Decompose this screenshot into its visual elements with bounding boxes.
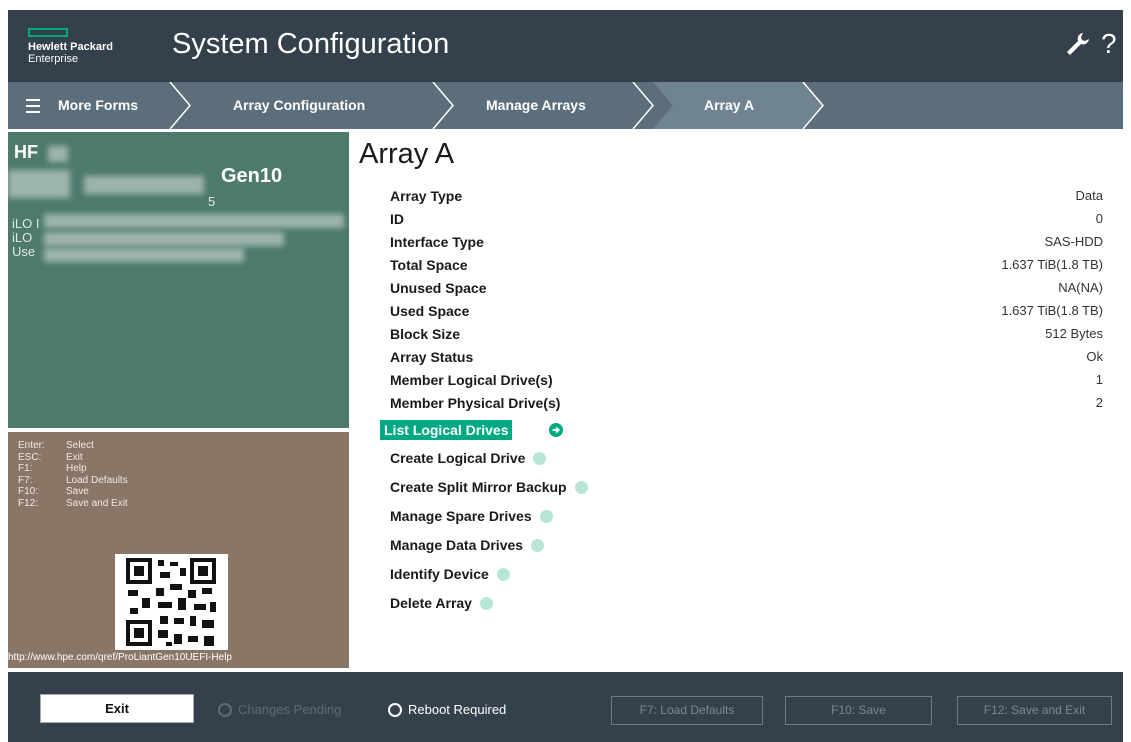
total-space-label: Total Space xyxy=(390,257,468,273)
exit-button[interactable]: Exit xyxy=(40,694,194,723)
create-split-mirror-backup-label: Create Split Mirror Backup xyxy=(390,479,567,495)
arrow-right-circle-icon[interactable] xyxy=(549,423,563,437)
system-info-fragment: HF xyxy=(14,142,38,162)
key-help-row: Enter: Select xyxy=(18,440,94,451)
id-label: ID xyxy=(390,211,404,227)
array-status-label: Array Status xyxy=(390,349,474,365)
used-space-value: 1.637 TiB(1.8 TB) xyxy=(1001,303,1103,318)
arrow-right-circle-icon xyxy=(496,567,510,581)
id-value: 0 xyxy=(1095,211,1103,226)
key-help-row: F1: Help xyxy=(18,463,87,474)
arrow-right-circle-icon xyxy=(539,509,553,523)
delete-array-label: Delete Array xyxy=(390,595,472,611)
member-physical-drives-value: 2 xyxy=(1095,395,1103,410)
create-logical-drive-label: Create Logical Drive xyxy=(390,450,526,466)
changes-pending-indicator: Changes Pending xyxy=(218,702,341,717)
radio-indicator-icon xyxy=(218,702,232,717)
help-url-link[interactable]: http://www.hpe.com/qref/ProLiantGen10UEF… xyxy=(8,652,232,663)
key-help-panel: Enter: Select ESC: Exit F1: Help F7: Load De… xyxy=(8,432,349,668)
brand-line2: Enterprise xyxy=(28,53,79,65)
arrow-right-circle-icon xyxy=(479,596,493,610)
system-info-fragment: 5 xyxy=(208,194,216,209)
system-info-fragment: iLO xyxy=(12,230,33,245)
total-space-value: 1.637 TiB(1.8 TB) xyxy=(1001,257,1103,272)
redacted-block xyxy=(48,146,68,162)
hpe-logo: Hewlett Packard Enterprise xyxy=(28,28,113,65)
breadcrumb-manage-arrays[interactable]: Manage Arrays xyxy=(486,82,586,129)
member-logical-drives-label: Member Logical Drive(s) xyxy=(390,372,553,388)
qr-code-image xyxy=(115,554,228,650)
arrow-right-circle-icon xyxy=(574,480,588,494)
redacted-block xyxy=(8,170,70,198)
unused-space-value: NA(NA) xyxy=(1058,280,1103,295)
reboot-required-indicator: Reboot Required xyxy=(388,702,506,717)
save-and-exit-button[interactable]: F12: Save and Exit xyxy=(957,696,1112,725)
system-info-fragment: iLO I xyxy=(12,216,40,231)
identify-device-label: Identify Device xyxy=(390,566,489,582)
block-size-value: 512 Bytes xyxy=(1045,326,1103,341)
page-title: Array A xyxy=(359,138,455,170)
interface-type-value: SAS-HDD xyxy=(1044,234,1103,249)
wrench-icon[interactable] xyxy=(1063,30,1091,58)
array-status-value: Ok xyxy=(1086,349,1103,364)
save-button[interactable]: F10: Save xyxy=(785,696,932,725)
create-logical-drive-action[interactable]: Create Logical Drive xyxy=(390,450,547,466)
interface-type-label: Interface Type xyxy=(390,234,484,250)
breadcrumb: More Forms Array Configuration Manage Ar… xyxy=(8,82,1123,129)
redacted-block xyxy=(44,232,284,246)
hpe-logo-mark xyxy=(28,28,68,37)
key-help-row: F10: Save xyxy=(18,486,89,497)
arrow-right-circle-icon xyxy=(533,451,547,465)
block-size-label: Block Size xyxy=(390,326,461,342)
manage-data-drives-label: Manage Data Drives xyxy=(390,537,524,553)
breadcrumb-array-a[interactable]: Array A xyxy=(704,82,754,129)
redacted-block xyxy=(84,176,204,194)
list-logical-drives-action[interactable]: List Logical Drives xyxy=(380,420,513,440)
more-forms-button[interactable]: More Forms xyxy=(58,82,138,129)
changes-pending-label: Changes Pending xyxy=(238,702,342,717)
reboot-required-label: Reboot Required xyxy=(408,702,507,717)
used-space-label: Used Space xyxy=(390,303,470,319)
load-defaults-button[interactable]: F7: Load Defaults xyxy=(611,696,763,725)
member-physical-drives-label: Member Physical Drive(s) xyxy=(390,395,561,411)
arrow-right-circle-icon xyxy=(531,538,545,552)
key-help-row: ESC: Exit xyxy=(18,451,83,463)
array-type-value: Data xyxy=(1075,188,1103,203)
redacted-block xyxy=(44,248,244,262)
redacted-block xyxy=(44,214,344,228)
manage-data-drives-action[interactable]: Manage Data Drives xyxy=(390,537,545,553)
member-logical-drives-value: 1 xyxy=(1095,372,1103,387)
server-model-label: Gen10 xyxy=(221,165,283,187)
system-info-panel: HF Gen10 5 iLO I iLO Use xyxy=(8,132,349,428)
unused-space-label: Unused Space xyxy=(390,280,487,296)
key-help-row: F7: Load Defaults xyxy=(18,474,128,486)
delete-array-action[interactable]: Delete Array xyxy=(390,595,493,611)
manage-spare-drives-action[interactable]: Manage Spare Drives xyxy=(390,508,553,524)
manage-spare-drives-label: Manage Spare Drives xyxy=(390,508,532,524)
identify-device-action[interactable]: Identify Device xyxy=(390,566,510,582)
array-type-label: Array Type xyxy=(390,188,463,204)
breadcrumb-array-configuration[interactable]: Array Configuration xyxy=(233,82,365,129)
header-bar: Hewlett Packard Enterprise System Config… xyxy=(8,10,1123,82)
radio-indicator-icon xyxy=(388,702,402,717)
app-title: System Configuration xyxy=(172,28,450,60)
create-split-mirror-backup-action[interactable]: Create Split Mirror Backup xyxy=(390,479,588,495)
key-help-row: F12: Save and Exit xyxy=(18,497,128,509)
help-icon[interactable]: ? xyxy=(1101,28,1117,60)
key-help-list: Enter: Select ESC: Exit F1: Help F7: Load De… xyxy=(18,440,128,509)
footer-bar: Exit Changes Pending Reboot Required F7:… xyxy=(8,672,1123,742)
system-info-fragment: Use xyxy=(12,244,36,259)
menu-icon[interactable] xyxy=(26,99,40,117)
brand-line1: Hewlett Packard xyxy=(28,41,113,53)
